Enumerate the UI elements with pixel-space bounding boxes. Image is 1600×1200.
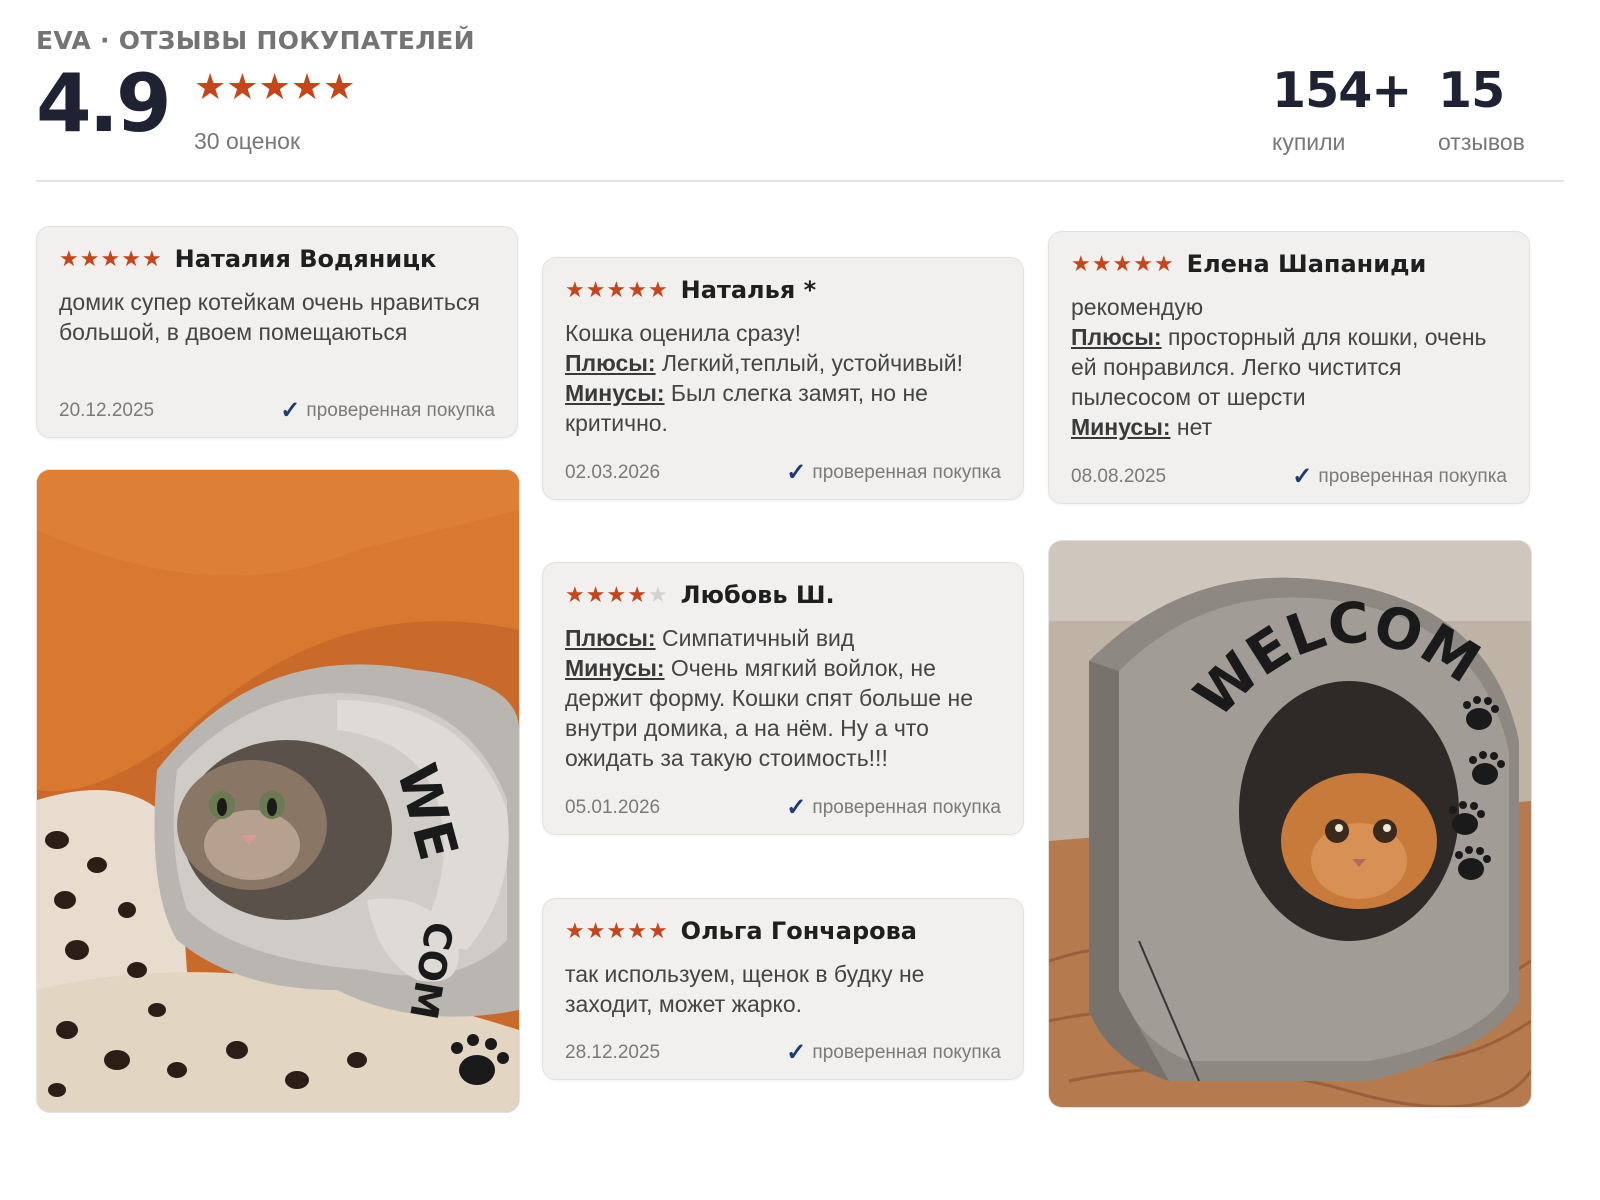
review-photo-welcome-house[interactable]: WELCOME [1048, 540, 1532, 1108]
star-filled-icon: ★ [565, 918, 586, 943]
star-filled-icon: ★ [1153, 251, 1175, 276]
review-author: Наталия Водяницк [174, 245, 437, 273]
cons-label: Минусы: [1071, 414, 1171, 440]
rating-count: 30 оценок [194, 128, 301, 154]
star-filled-icon: ★ [606, 582, 628, 607]
star-filled-icon: ★ [647, 277, 669, 302]
star-filled-icon: ★ [585, 277, 607, 302]
star-filled-icon: ★ [627, 277, 648, 302]
review-date: 05.01.2026 [565, 797, 661, 818]
review-stars: ★ ★ ★ ★ ★ [59, 248, 163, 270]
review-author: Ольга Гончарова [680, 917, 918, 945]
reviews-count: 15 [1438, 62, 1505, 119]
pros-label: Плюсы: [565, 350, 656, 376]
check-icon: ✓ [786, 459, 807, 486]
bought-stat: 154+ купили [1272, 62, 1412, 156]
star-filled-icon: ★ [1112, 251, 1134, 276]
star-filled-icon: ★ [606, 277, 628, 302]
cons-label: Минусы: [565, 380, 665, 406]
check-icon: ✓ [786, 1039, 807, 1066]
star-filled-icon: ★ [1091, 251, 1113, 276]
check-icon: ✓ [280, 397, 301, 424]
star-filled-icon: ★ [1071, 251, 1092, 276]
cons-label: Минусы: [565, 655, 665, 681]
star-filled-icon: ★ [627, 582, 648, 607]
review-text: Кошка оценила сразу! Плюсы: Легкий,теплы… [565, 320, 963, 436]
star-filled-icon: ★ [141, 246, 163, 271]
check-icon: ✓ [1292, 463, 1313, 490]
review-text: рекомендую Плюсы: просторный для кошки, … [1071, 294, 1487, 440]
reviews-label: отзывов [1438, 129, 1525, 155]
rating-header: EVA · ОТЗЫВЫ ПОКУПАТЕЛЕЙ 4.9 ★★★★★ 30 оц… [36, 22, 1564, 182]
review-photo-cat-in-house[interactable]: WE COM [36, 469, 520, 1113]
star-filled-icon: ★ [585, 582, 607, 607]
review-stars: ★ ★ ★ ★ ★ [565, 279, 669, 301]
cat-photo-illustration: WE COM [37, 470, 519, 1112]
page-title: EVA · ОТЗЫВЫ ПОКУПАТЕЛЕЙ [36, 26, 475, 55]
review-card[interactable]: ★ ★ ★ ★ ★ Елена Шапаниди рекомендую Плюсы: п… [1048, 231, 1530, 504]
review-author: Любовь Ш. [680, 581, 835, 609]
verified-badge: ✓ проверенная покупка [280, 397, 495, 424]
review-card[interactable]: ★ ★ ★ ★ ★ Наталия Водяницк домик супер котей… [36, 226, 518, 438]
review-card[interactable]: ★ ★ ★ ★ ★ Ольга Гончарова так используем, ще… [542, 898, 1024, 1080]
star-filled-icon: ★ [627, 918, 648, 943]
review-card[interactable]: ★ ★ ★ ★ ★ Наталья * Кошка оценила сразу! Плю… [542, 257, 1024, 500]
bought-count: 154+ [1272, 62, 1412, 119]
review-date: 02.03.2026 [565, 462, 661, 483]
average-rating-stars: ★★★★★ [194, 66, 356, 107]
bought-label: купили [1272, 129, 1346, 155]
star-filled-icon: ★ [100, 246, 122, 271]
star-filled-icon: ★ [585, 918, 607, 943]
review-stars: ★ ★ ★ ★ ★ [565, 920, 669, 942]
pros-label: Плюсы: [1071, 324, 1162, 350]
verified-badge: ✓ проверенная покупка [786, 794, 1001, 821]
pros-text: Легкий,теплый, устойчивый! [655, 350, 963, 376]
reviews-stat: 15 отзывов [1438, 66, 1525, 156]
review-date: 20.12.2025 [59, 400, 155, 421]
review-text: Плюсы: Симпатичный вид Минусы: Очень мяг… [565, 623, 1001, 773]
star-filled-icon: ★ [121, 246, 142, 271]
welcome-house-illustration: WELCOME [1049, 541, 1531, 1107]
review-date: 08.08.2025 [1071, 466, 1167, 487]
review-stars: ★ ★ ★ ★ ★ [1071, 253, 1175, 275]
review-text: так используем, щенок в будку не заходит… [565, 961, 925, 1017]
review-stars: ★ ★ ★ ★ ★ [565, 584, 669, 606]
star-filled-icon: ★ [606, 918, 628, 943]
review-author: Наталья * [680, 276, 817, 304]
review-card[interactable]: ★ ★ ★ ★ ★ Любовь Ш. Плюсы: Симпатичный вид М… [542, 562, 1024, 835]
star-filled-icon: ★ [59, 246, 80, 271]
pros-text: Симпатичный вид [655, 625, 855, 651]
verified-badge: ✓ проверенная покупка [786, 1039, 1001, 1066]
star-filled-icon: ★ [565, 582, 586, 607]
star-filled-icon: ★ [647, 918, 669, 943]
pros-label: Плюсы: [565, 625, 656, 651]
verified-badge: ✓ проверенная покупка [1292, 463, 1507, 490]
cons-text: нет [1170, 414, 1213, 440]
average-rating: 4.9 [36, 57, 172, 150]
star-filled-icon: ★ [565, 277, 586, 302]
review-date: 28.12.2025 [565, 1042, 661, 1063]
star-filled-icon: ★ [79, 246, 101, 271]
star-filled-icon: ★ [1133, 251, 1154, 276]
check-icon: ✓ [786, 794, 807, 821]
review-author: Елена Шапаниди [1186, 250, 1427, 278]
verified-badge: ✓ проверенная покупка [786, 459, 1001, 486]
review-text: домик супер котейкам очень нравиться бол… [59, 289, 480, 345]
star-empty-icon: ★ [647, 582, 669, 607]
